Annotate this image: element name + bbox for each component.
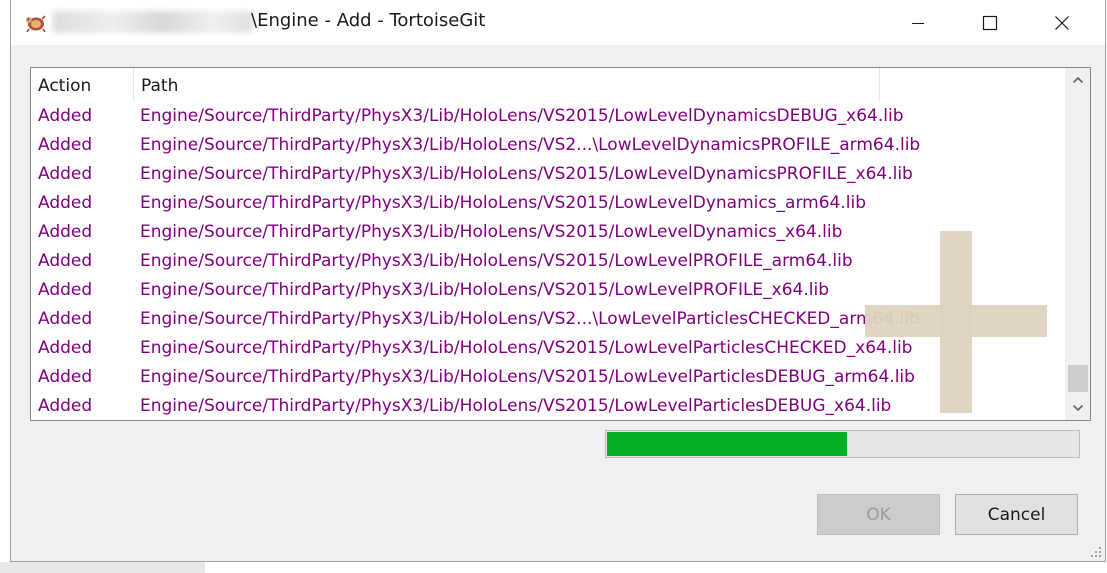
column-header-action[interactable]: Action bbox=[31, 68, 134, 102]
row-action: Added bbox=[38, 396, 93, 416]
table-row[interactable]: Added Engine/Source/ThirdParty/PhysX3/Lib… bbox=[31, 160, 1053, 189]
row-path: Engine/Source/ThirdParty/PhysX3/Lib/Holo… bbox=[140, 280, 830, 300]
row-action: Added bbox=[38, 309, 93, 329]
list-rows: Added Engine/Source/ThirdParty/PhysX3/Lib… bbox=[31, 102, 1053, 420]
table-row[interactable]: Added Engine/Source/ThirdParty/PhysX3/Lib… bbox=[31, 189, 1053, 218]
column-header-path[interactable]: Path bbox=[134, 68, 880, 102]
vertical-scrollbar[interactable] bbox=[1065, 68, 1090, 420]
row-action: Added bbox=[38, 251, 93, 271]
row-path: Engine/Source/ThirdParty/PhysX3/Lib/Holo… bbox=[140, 164, 913, 184]
row-path: Engine/Source/ThirdParty/PhysX3/Lib/Holo… bbox=[140, 135, 921, 155]
scroll-up-button[interactable] bbox=[1066, 68, 1090, 92]
row-path: Engine/Source/ThirdParty/PhysX3/Lib/Holo… bbox=[140, 338, 913, 358]
table-row[interactable]: Added Engine/Source/ThirdParty/PhysX3/Lib… bbox=[31, 131, 1053, 160]
tortoisegit-icon bbox=[26, 15, 46, 33]
row-path: Engine/Source/ThirdParty/PhysX3/Lib/Holo… bbox=[140, 367, 915, 387]
add-dialog-window: \Engine - Add - TortoiseGit Action Path … bbox=[10, 0, 1106, 562]
row-action: Added bbox=[38, 106, 93, 126]
row-path: Engine/Source/ThirdParty/PhysX3/Lib/Holo… bbox=[140, 309, 920, 329]
row-action: Added bbox=[38, 367, 93, 387]
row-path: Engine/Source/ThirdParty/PhysX3/Lib/Holo… bbox=[140, 396, 892, 416]
minimize-button[interactable] bbox=[895, 0, 941, 45]
scrollbar-thumb[interactable] bbox=[1068, 365, 1088, 392]
redacted-path-blur bbox=[53, 11, 253, 33]
title-bar[interactable]: \Engine - Add - TortoiseGit bbox=[11, 0, 1105, 45]
ok-button[interactable]: OK bbox=[817, 494, 940, 535]
row-action: Added bbox=[38, 135, 93, 155]
row-action: Added bbox=[38, 164, 93, 184]
table-row[interactable]: Added Engine/Source/ThirdParty/PhysX3/Lib… bbox=[31, 218, 1053, 247]
row-action: Added bbox=[38, 338, 93, 358]
row-path: Engine/Source/ThirdParty/PhysX3/Lib/Holo… bbox=[140, 251, 853, 271]
file-list[interactable]: Action Path Added Engine/Source/ThirdPart… bbox=[30, 67, 1091, 421]
minimize-icon bbox=[912, 22, 924, 24]
table-row[interactable]: Added Engine/Source/ThirdParty/PhysX3/Lib… bbox=[31, 247, 1053, 276]
background-taskbar-strip bbox=[0, 562, 205, 573]
table-row[interactable]: Added Engine/Source/ThirdParty/PhysX3/Lib… bbox=[31, 102, 1053, 131]
progress-fill bbox=[607, 432, 847, 456]
resize-grip-icon[interactable] bbox=[1090, 546, 1102, 558]
close-icon bbox=[1055, 15, 1069, 30]
scroll-down-button[interactable] bbox=[1066, 396, 1090, 420]
chevron-down-icon bbox=[1072, 404, 1084, 412]
cancel-button[interactable]: Cancel bbox=[955, 494, 1078, 535]
table-row[interactable]: Added Engine/Source/ThirdParty/PhysX3/Lib… bbox=[31, 334, 1053, 363]
row-action: Added bbox=[38, 280, 93, 300]
row-action: Added bbox=[38, 222, 93, 242]
table-row[interactable]: Added Engine/Source/ThirdParty/PhysX3/Lib… bbox=[31, 392, 1053, 420]
close-button[interactable] bbox=[1039, 0, 1085, 45]
row-path: Engine/Source/ThirdParty/PhysX3/Lib/Holo… bbox=[140, 193, 866, 213]
list-header: Action Path bbox=[31, 68, 1053, 102]
window-title: \Engine - Add - TortoiseGit bbox=[251, 10, 486, 31]
table-row[interactable]: Added Engine/Source/ThirdParty/PhysX3/Lib… bbox=[31, 276, 1053, 305]
row-path: Engine/Source/ThirdParty/PhysX3/Lib/Holo… bbox=[140, 106, 904, 126]
maximize-button[interactable] bbox=[967, 0, 1013, 45]
row-path: Engine/Source/ThirdParty/PhysX3/Lib/Holo… bbox=[140, 222, 843, 242]
progress-bar bbox=[605, 430, 1080, 458]
row-action: Added bbox=[38, 193, 93, 213]
table-row[interactable]: Added Engine/Source/ThirdParty/PhysX3/Lib… bbox=[31, 363, 1053, 392]
chevron-up-icon bbox=[1072, 76, 1084, 84]
plus-watermark-bar bbox=[865, 305, 1047, 337]
maximize-icon bbox=[982, 15, 998, 30]
